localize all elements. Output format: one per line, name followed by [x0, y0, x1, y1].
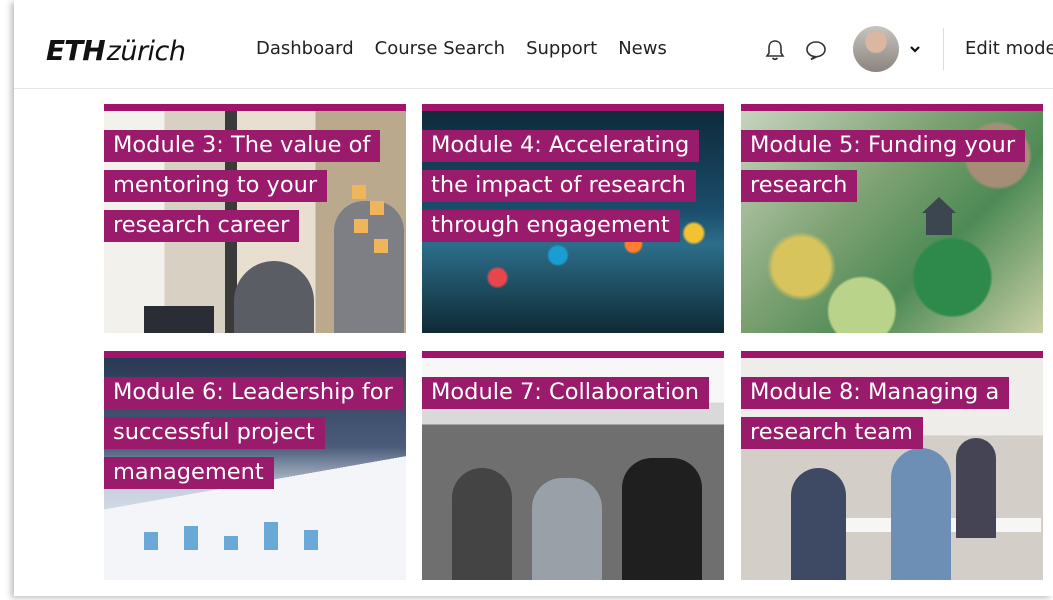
logo-eth: ETH [46, 34, 106, 67]
primary-nav: Dashboard Course Search Support News [256, 38, 667, 59]
module-3-title: Module 3: The value of mentoring to your… [104, 125, 394, 245]
module-card-3[interactable]: Module 3: The value of mentoring to your… [104, 104, 406, 333]
module-card-7[interactable]: Module 7: Collaboration [422, 351, 724, 580]
module-4-title: Module 4: Accelerating the impact of res… [422, 125, 712, 245]
module-7-title: Module 7: Collaboration [422, 372, 712, 412]
nav-news[interactable]: News [618, 38, 667, 59]
module-card-8[interactable]: Module 8: Managing a research team [741, 351, 1043, 580]
module-card-5[interactable]: Module 5: Funding your research [741, 104, 1043, 333]
module-5-title: Module 5: Funding your research [741, 125, 1031, 205]
edit-mode-label[interactable]: Edit mode [965, 38, 1053, 59]
nav-dashboard[interactable]: Dashboard [256, 38, 354, 59]
logo-zurich: zürich [106, 36, 186, 67]
nav-support[interactable]: Support [526, 38, 597, 59]
chevron-down-icon[interactable] [908, 41, 922, 55]
avatar[interactable] [853, 26, 899, 72]
navbar-divider [943, 28, 944, 70]
module-8-title: Module 8: Managing a research team [741, 372, 1031, 452]
chat-icon[interactable] [804, 38, 828, 62]
top-navbar: ETH zürich Dashboard Course Search Suppo… [14, 8, 1053, 89]
module-card-4[interactable]: Module 4: Accelerating the impact of res… [422, 104, 724, 333]
nav-course-search[interactable]: Course Search [375, 38, 505, 59]
eth-zurich-logo[interactable]: ETH zürich [46, 34, 186, 68]
module-6-title: Module 6: Leadership for successful proj… [104, 372, 403, 492]
module-card-6[interactable]: Module 6: Leadership for successful proj… [104, 351, 406, 580]
bell-icon[interactable] [763, 38, 787, 62]
